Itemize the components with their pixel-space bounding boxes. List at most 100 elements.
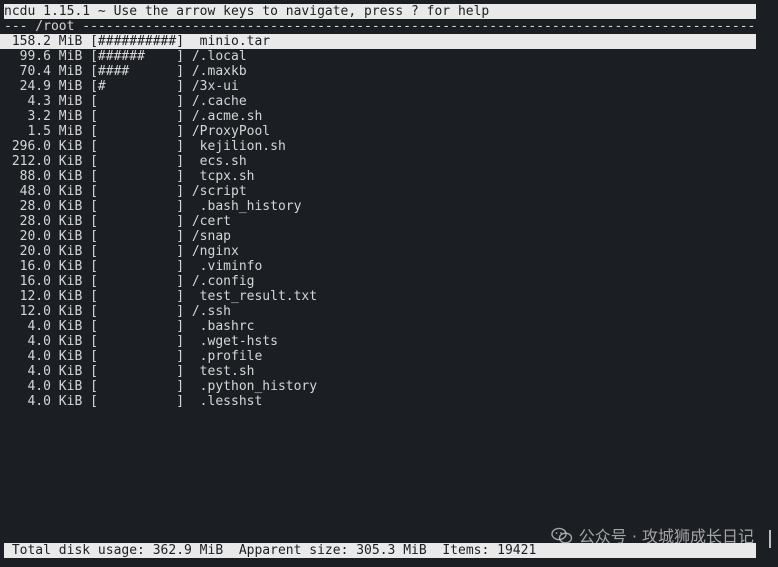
entry-usage-bar: [ ] <box>90 184 185 199</box>
entry-name: .profile <box>191 349 263 364</box>
entry-name: /snap <box>191 229 231 244</box>
entry-name: /ProxyPool <box>191 124 271 139</box>
entry-usage-bar: [ ] <box>90 394 185 409</box>
entry-name: /script <box>191 184 247 199</box>
entry-name: tcpx.sh <box>191 169 255 184</box>
entry-size: 4.3 MiB <box>11 94 83 109</box>
entry-size: 4.0 KiB <box>11 349 83 364</box>
file-entry-row[interactable]: 1.5 MiB [ ] /ProxyPool <box>0 124 756 139</box>
file-entry-row[interactable]: 16.0 KiB [ ] .viminfo <box>0 259 756 274</box>
file-entry-row[interactable]: 24.9 MiB [# ] /3x-ui <box>0 79 756 94</box>
entry-size: 12.0 KiB <box>11 304 83 319</box>
entry-size: 48.0 KiB <box>11 184 83 199</box>
entry-size: 28.0 KiB <box>11 199 83 214</box>
entry-usage-bar: [ ] <box>90 364 185 379</box>
entry-usage-bar: [ ] <box>90 274 185 289</box>
entry-name: /.local <box>191 49 247 64</box>
file-entry-row[interactable]: 20.0 KiB [ ] /nginx <box>0 244 756 259</box>
apparent-size-label: Apparent size: <box>238 543 349 558</box>
entry-size: 4.0 KiB <box>11 319 83 334</box>
entry-name: /3x-ui <box>191 79 239 94</box>
file-entry-row[interactable]: 4.0 KiB [ ] .bashrc <box>0 319 756 334</box>
current-path-bar: --- /root ------------------------------… <box>4 19 756 34</box>
entry-usage-bar: [ ] <box>90 289 185 304</box>
entry-size: 4.0 KiB <box>11 379 83 394</box>
file-entry-row[interactable]: 4.0 KiB [ ] .lesshst <box>0 394 756 409</box>
items-label: Items: <box>442 543 490 558</box>
entry-usage-bar: [ ] <box>90 214 185 229</box>
terminal-cursor <box>769 530 771 548</box>
entry-usage-bar: [#### ] <box>90 64 185 79</box>
entry-name: ecs.sh <box>191 154 247 169</box>
entry-size: 296.0 KiB <box>11 139 83 154</box>
entry-size: 4.0 KiB <box>11 394 83 409</box>
file-entry-row[interactable]: 28.0 KiB [ ] /cert <box>0 214 756 229</box>
file-entry-row[interactable]: 48.0 KiB [ ] /script <box>0 184 756 199</box>
entry-usage-bar: [###### ] <box>90 49 185 64</box>
entry-name: /.acme.sh <box>191 109 263 124</box>
file-entry-row[interactable]: 12.0 KiB [ ] /.ssh <box>0 304 756 319</box>
entry-size: 158.2 MiB <box>11 34 83 49</box>
entry-usage-bar: [ ] <box>90 199 185 214</box>
entry-name: .python_history <box>191 379 318 394</box>
entry-usage-bar: [ ] <box>90 169 185 184</box>
terminal-window[interactable]: ncdu 1.15.1 ~ Use the arrow keys to navi… <box>0 0 778 567</box>
entry-usage-bar: [ ] <box>90 379 185 394</box>
file-entry-row[interactable]: 20.0 KiB [ ] /snap <box>0 229 756 244</box>
entry-usage-bar: [ ] <box>90 319 185 334</box>
file-entry-row[interactable]: 16.0 KiB [ ] /.config <box>0 274 756 289</box>
file-entry-row[interactable]: 296.0 KiB [ ] kejilion.sh <box>0 139 756 154</box>
total-disk-usage-value: 362.9 MiB <box>152 543 224 558</box>
entry-name: minio.tar <box>191 34 271 49</box>
entry-name: /.ssh <box>191 304 231 319</box>
entry-name: test.sh <box>191 364 255 379</box>
file-entry-row[interactable]: 4.0 KiB [ ] .python_history <box>0 379 756 394</box>
entry-size: 4.0 KiB <box>11 364 83 379</box>
file-entry-row[interactable]: 212.0 KiB [ ] ecs.sh <box>0 154 756 169</box>
entry-name: .wget-hsts <box>191 334 278 349</box>
entry-name: .bashrc <box>191 319 255 334</box>
entry-size: 16.0 KiB <box>11 259 83 274</box>
entry-name: .lesshst <box>191 394 263 409</box>
entry-usage-bar: [ ] <box>90 154 185 169</box>
entry-size: 70.4 MiB <box>11 64 83 79</box>
entry-size: 3.2 MiB <box>11 109 83 124</box>
entry-name: /.cache <box>191 94 247 109</box>
entry-usage-bar: [##########] <box>90 34 185 49</box>
entry-name: kejilion.sh <box>191 139 286 154</box>
watermark: 公众号 · 攻城狮成长日记 <box>551 526 754 548</box>
items-count: 19421 <box>497 543 537 558</box>
file-entry-row[interactable]: 158.2 MiB [##########] minio.tar <box>0 34 756 49</box>
file-list[interactable]: 158.2 MiB [##########] minio.tar 99.6 Mi… <box>0 34 760 409</box>
file-entry-row[interactable]: 4.0 KiB [ ] .wget-hsts <box>0 334 756 349</box>
entry-usage-bar: [# ] <box>90 79 185 94</box>
entry-size: 88.0 KiB <box>11 169 83 184</box>
entry-size: 16.0 KiB <box>11 274 83 289</box>
file-entry-row[interactable]: 3.2 MiB [ ] /.acme.sh <box>0 109 756 124</box>
entry-usage-bar: [ ] <box>90 304 185 319</box>
entry-usage-bar: [ ] <box>90 334 185 349</box>
entry-name: /.config <box>191 274 255 289</box>
total-disk-usage-label: Total disk usage: <box>4 543 145 558</box>
file-entry-row[interactable]: 4.3 MiB [ ] /.cache <box>0 94 756 109</box>
entry-usage-bar: [ ] <box>90 109 185 124</box>
entry-usage-bar: [ ] <box>90 124 185 139</box>
watermark-text: 公众号 · 攻城狮成长日记 <box>578 527 754 546</box>
entry-name: .bash_history <box>191 199 302 214</box>
entry-size: 24.9 MiB <box>11 79 83 94</box>
file-entry-row[interactable]: 99.6 MiB [###### ] /.local <box>0 49 756 64</box>
file-entry-row[interactable]: 12.0 KiB [ ] test_result.txt <box>0 289 756 304</box>
file-entry-row[interactable]: 70.4 MiB [#### ] /.maxkb <box>0 64 756 79</box>
entry-size: 20.0 KiB <box>11 229 83 244</box>
entry-size: 1.5 MiB <box>11 124 83 139</box>
entry-size: 12.0 KiB <box>11 289 83 304</box>
file-entry-row[interactable]: 28.0 KiB [ ] .bash_history <box>0 199 756 214</box>
entry-size: 99.6 MiB <box>11 49 83 64</box>
file-entry-row[interactable]: 4.0 KiB [ ] .profile <box>0 349 756 364</box>
wechat-icon <box>551 527 572 544</box>
entry-name: /cert <box>191 214 231 229</box>
file-entry-row[interactable]: 4.0 KiB [ ] test.sh <box>0 364 756 379</box>
file-entry-row[interactable]: 88.0 KiB [ ] tcpx.sh <box>0 169 756 184</box>
entry-usage-bar: [ ] <box>90 229 185 244</box>
entry-name: /.maxkb <box>191 64 247 79</box>
